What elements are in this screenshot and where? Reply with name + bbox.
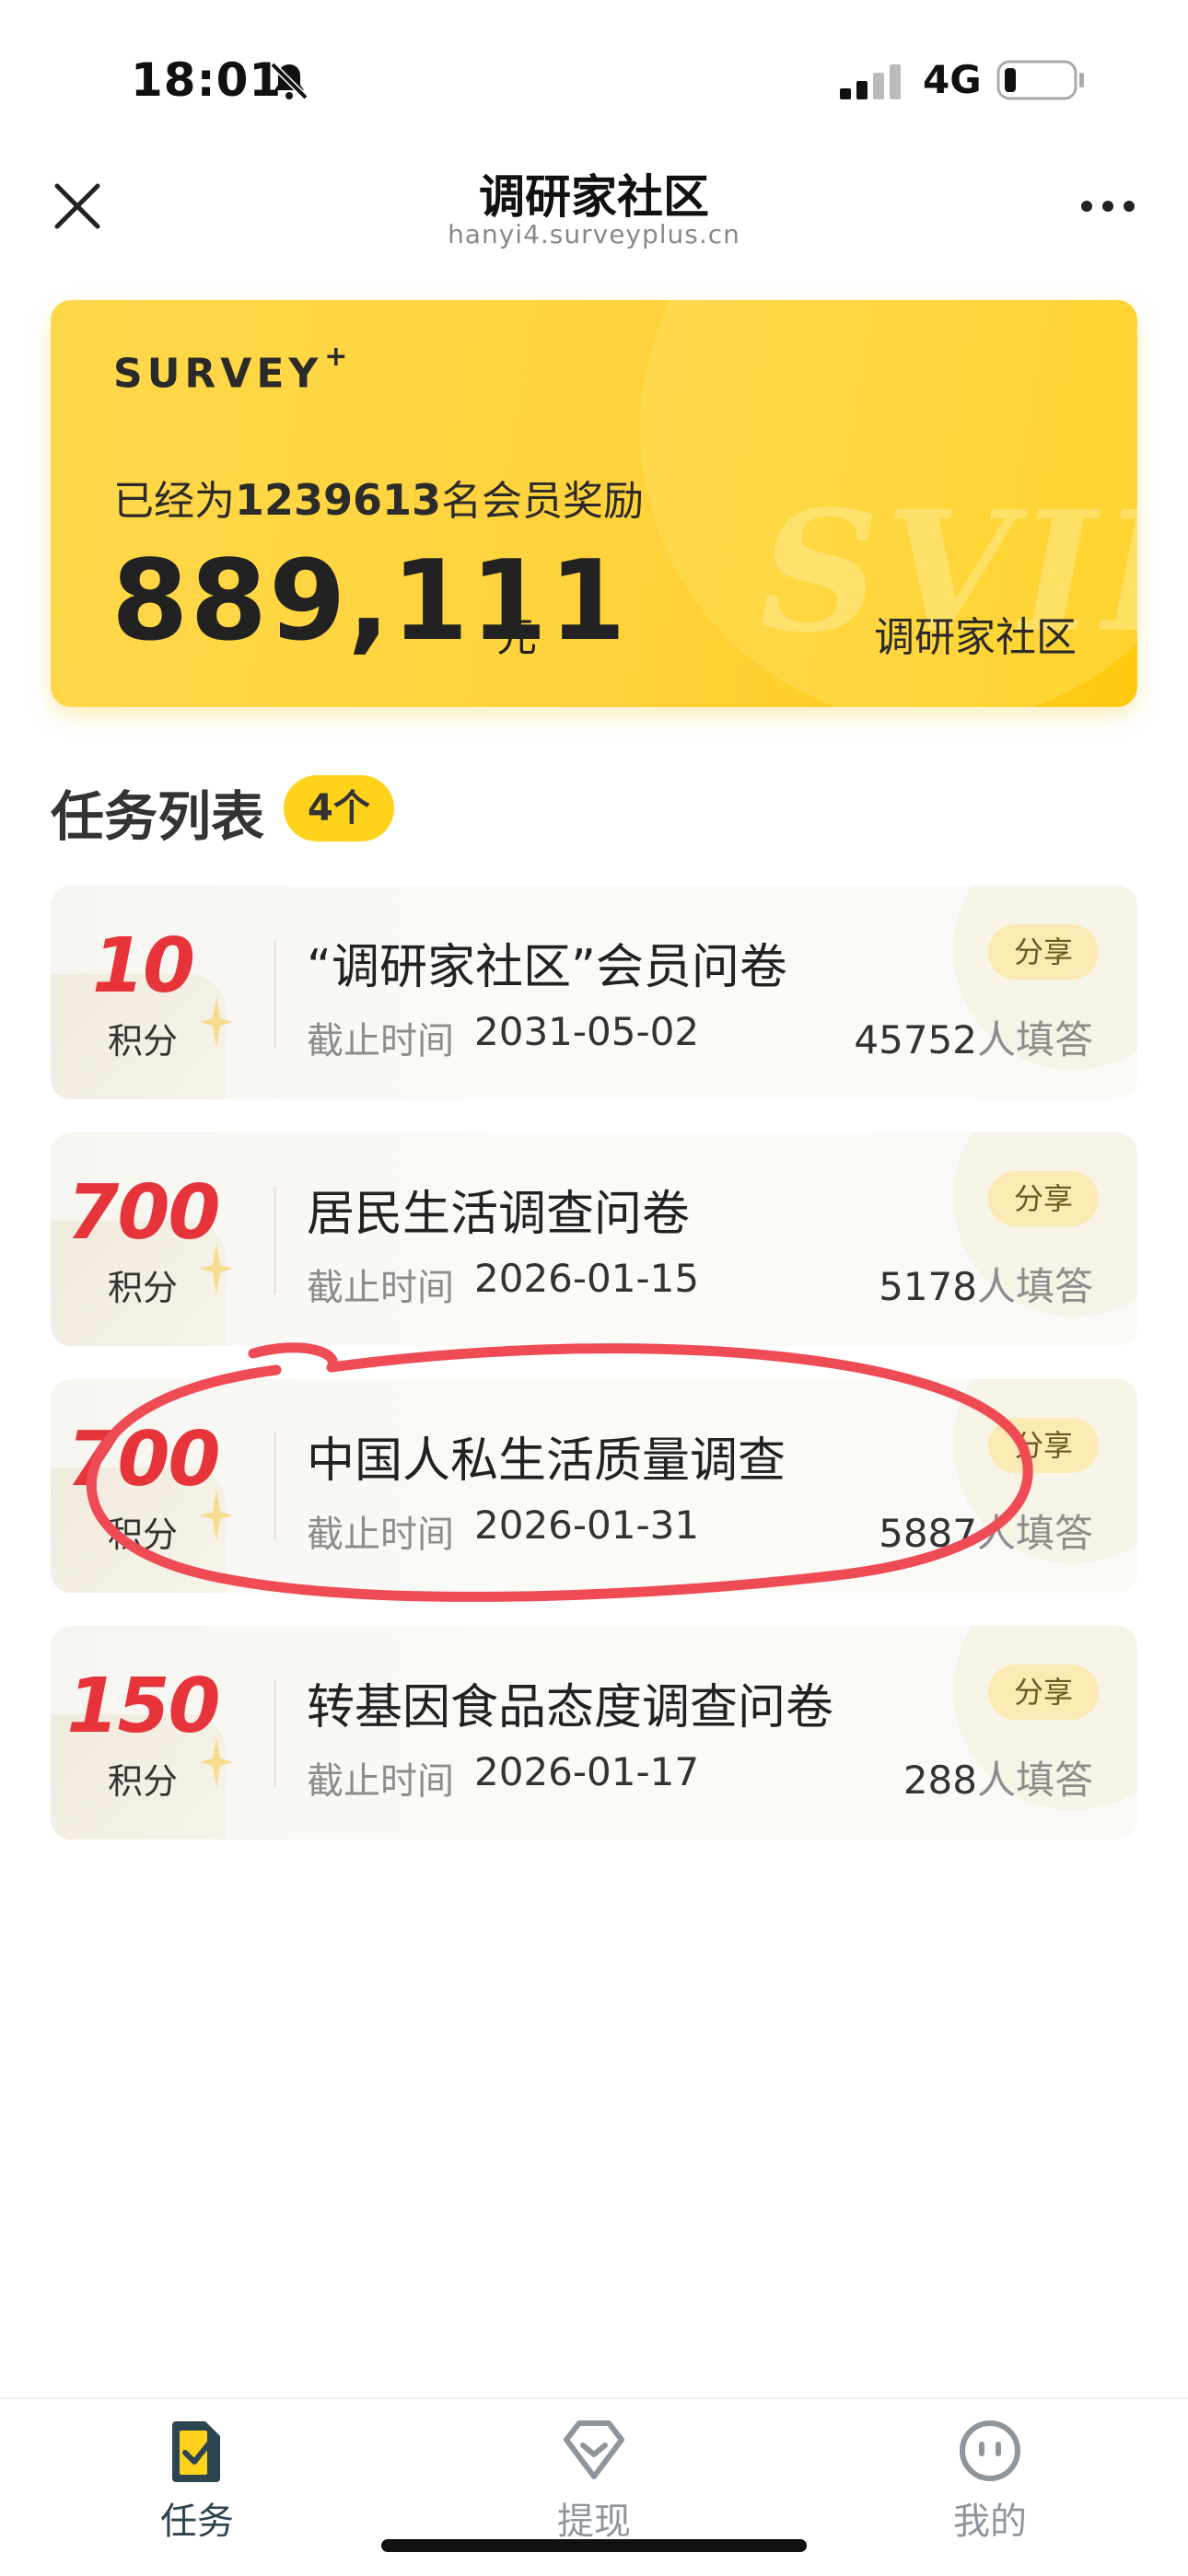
participant-count: 45752人填答	[854, 1017, 1093, 1062]
tab-profile[interactable]: 我的	[898, 2418, 1082, 2545]
card-divider	[274, 939, 276, 1048]
tab-withdraw[interactable]: 提现	[502, 2418, 686, 2545]
task-list-title: 任务列表	[51, 785, 265, 848]
task-card[interactable]: 700 积分 居民生活调查问卷 截止时间 2026-01-15 5178人填答 …	[51, 1132, 1137, 1346]
reward-amount: 889,111	[111, 538, 628, 666]
battery-icon	[996, 60, 1084, 100]
task-card[interactable]: 10 积分 “调研家社区”会员问卷 截止时间 2031-05-02 45752人…	[51, 886, 1137, 1099]
deadline-label: 截止时间	[307, 1267, 454, 1309]
task-title[interactable]: “调研家社区”会员问卷	[307, 928, 787, 997]
deadline-value: 2026-01-17	[474, 1749, 700, 1794]
deadline-label: 截止时间	[307, 1760, 454, 1803]
deadline-value: 2031-05-02	[474, 1009, 700, 1054]
tab-label: 我的	[953, 2501, 1027, 2543]
task-card[interactable]: 150 积分 转基因食品态度调查问卷 截止时间 2026-01-17 288人填…	[51, 1626, 1137, 1839]
card-divider	[274, 1186, 276, 1294]
share-button[interactable]: 分享	[988, 1171, 1099, 1226]
card-divider	[274, 1679, 276, 1788]
share-button[interactable]: 分享	[988, 1418, 1099, 1473]
deadline-value: 2026-01-15	[474, 1256, 700, 1301]
task-count-badge: 4个	[284, 775, 394, 841]
task-card[interactable]: 700 积分 中国人私生活质量调查 截止时间 2026-01-31 5887人填…	[51, 1379, 1137, 1593]
banner-brand: 调研家社区	[874, 614, 1077, 661]
sparkle-icon	[200, 1243, 233, 1294]
participant-count: 5178人填答	[879, 1264, 1093, 1309]
tab-tasks[interactable]: 任务	[105, 2418, 289, 2545]
deadline-value: 2026-01-31	[474, 1503, 700, 1548]
bell-off-icon	[270, 62, 309, 100]
tab-label: 任务	[160, 2501, 234, 2543]
signal-icon	[840, 64, 901, 99]
participant-count: 5887人填答	[879, 1511, 1093, 1556]
task-title[interactable]: 中国人私生活质量调查	[307, 1421, 786, 1491]
more-icon[interactable]	[1077, 195, 1138, 217]
reward-unit: 元	[496, 614, 537, 661]
network-label: 4G	[923, 57, 982, 102]
participant-count: 288人填答	[903, 1758, 1093, 1803]
page-url: hanyi4.surveyplus.cn	[448, 219, 740, 249]
task-title[interactable]: 转基因食品态度调查问卷	[307, 1668, 833, 1737]
home-indicator[interactable]	[381, 2539, 807, 2552]
status-bar: 18:01 4G	[0, 0, 1188, 157]
task-icon	[172, 2421, 220, 2482]
withdraw-icon	[564, 2420, 624, 2479]
tab-label: 提现	[557, 2501, 631, 2543]
sparkle-icon	[200, 1736, 233, 1788]
page-title: 调研家社区	[479, 170, 709, 224]
task-title[interactable]: 居民生活调查问卷	[307, 1175, 690, 1244]
sparkle-icon	[200, 1490, 233, 1541]
status-time: 18:01	[131, 53, 283, 107]
reward-banner: SVIP SURVEY+ 已经为1239613名会员奖励 889,111 元 调…	[51, 300, 1137, 707]
sparkle-icon	[200, 996, 233, 1048]
member-count: 1239613	[235, 475, 442, 525]
deadline-label: 截止时间	[307, 1020, 454, 1062]
banner-subtitle: 已经为1239613名会员奖励	[113, 475, 645, 525]
banner-logo: SURVEY+	[113, 341, 353, 398]
deadline-label: 截止时间	[307, 1514, 454, 1556]
share-button[interactable]: 分享	[988, 924, 1099, 980]
share-button[interactable]: 分享	[988, 1665, 1099, 1720]
profile-icon	[960, 2420, 1020, 2481]
card-divider	[274, 1433, 276, 1541]
